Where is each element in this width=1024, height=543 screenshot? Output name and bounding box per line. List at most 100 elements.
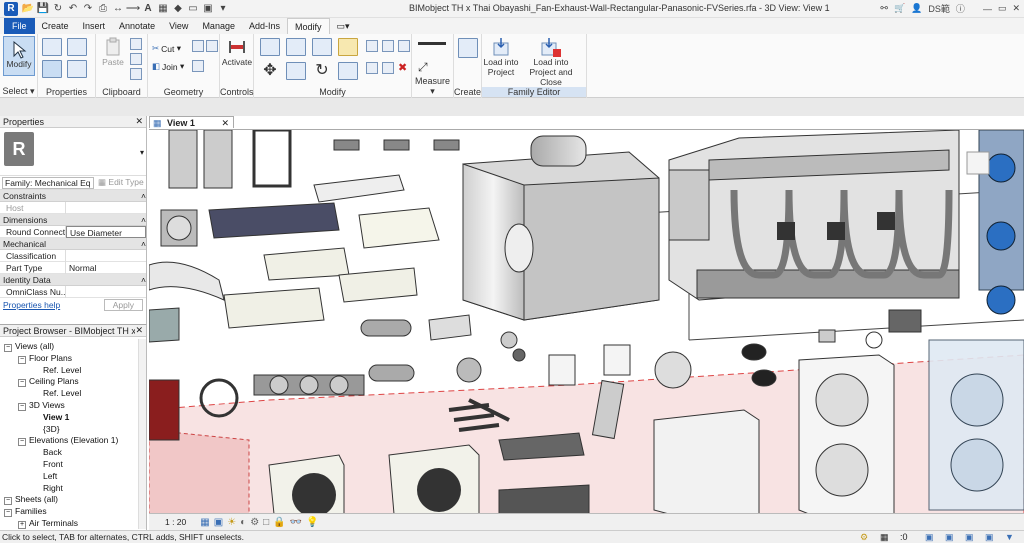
section-icon[interactable]: ◆ (172, 3, 184, 15)
copy-element-icon[interactable] (286, 62, 306, 80)
browser-item[interactable]: Front (32, 459, 63, 469)
scale-icon[interactable] (382, 62, 394, 74)
user-icon[interactable]: 👤 (911, 3, 922, 14)
tab-add-ins[interactable]: Add-Ins (242, 18, 287, 34)
unpin-icon[interactable] (398, 40, 410, 52)
3d-view-icon[interactable]: ▦ (157, 3, 169, 15)
wall-join-icon[interactable] (192, 60, 204, 72)
design-options-icon[interactable]: ▦ (880, 532, 889, 543)
tab-insert[interactable]: Insert (76, 18, 113, 34)
maximize-icon[interactable]: ▭ (998, 3, 1007, 14)
expand-toggle-icon[interactable]: − (18, 379, 26, 388)
apply-button[interactable]: Apply (103, 299, 143, 311)
close-browser-icon[interactable]: ✕ (135, 325, 143, 336)
browser-item[interactable]: − Ceiling Plans (18, 376, 79, 388)
split-icon[interactable] (366, 40, 378, 52)
mirror-draw-icon[interactable] (338, 38, 358, 56)
browser-item[interactable]: − Views (all) (4, 341, 54, 352)
properties-icon[interactable] (42, 60, 62, 78)
edit-type-button[interactable]: ▦ Edit Type (98, 177, 144, 188)
paint-icon[interactable] (206, 40, 218, 52)
tab-modify[interactable]: Modify (287, 18, 330, 34)
tab-file[interactable]: File (4, 18, 35, 34)
tab-create[interactable]: Create (35, 18, 76, 34)
select-underlay-icon[interactable]: ▣ (945, 532, 954, 543)
rotate-icon[interactable]: ↻ (312, 62, 332, 80)
join-button[interactable]: ◧ Join ▾ (152, 61, 184, 72)
dimension-icon[interactable]: ⟶ (126, 3, 140, 15)
browser-item[interactable]: Ref. Level (32, 388, 81, 398)
revit-logo[interactable]: R (4, 1, 18, 16)
browser-item[interactable]: − Families (4, 506, 47, 518)
family-dropdown[interactable]: Family: Mechanical Eq (2, 176, 94, 189)
select-links-icon[interactable]: ▣ (925, 532, 934, 543)
section-constraints[interactable]: Constraints ˄ (0, 190, 146, 202)
tab-annotate[interactable]: Annotate (112, 18, 162, 34)
trim-extend-icon[interactable] (338, 62, 358, 80)
filter-icon[interactable]: ▼ (1005, 532, 1014, 542)
help-icon[interactable]: ⓘ (956, 2, 965, 15)
lock-view-icon[interactable]: 🔒 (273, 517, 285, 528)
drawing-area[interactable] (149, 129, 1024, 513)
browser-item[interactable]: Back (32, 447, 62, 457)
view-tab[interactable]: ▦ View 1 ✕ (149, 116, 234, 128)
sun-path-icon[interactable]: ☀ (227, 517, 236, 528)
measure-distance-icon[interactable] (418, 42, 446, 45)
3d-model-canvas[interactable] (149, 130, 1024, 513)
save-icon[interactable]: 💾 (37, 3, 49, 15)
hide-isolate-icon[interactable]: 👓 (290, 517, 302, 528)
browser-item[interactable]: {3D} (32, 424, 60, 434)
select-by-face-icon[interactable]: ▣ (985, 532, 994, 543)
match-type-icon[interactable] (130, 68, 142, 80)
close-properties-icon[interactable]: ✕ (135, 116, 143, 127)
user-name[interactable]: DS範 (928, 2, 950, 15)
move-icon[interactable]: ✥ (260, 62, 280, 80)
section-identity-data[interactable]: Identity Data ˄ (0, 274, 146, 286)
load-into-project-button[interactable]: Load into Project (482, 37, 520, 77)
open-icon[interactable]: 📂 (22, 3, 34, 15)
modify-button[interactable]: Modify (3, 36, 35, 76)
copy-icon[interactable] (130, 53, 142, 65)
measure-icon[interactable]: ↔ (112, 3, 124, 15)
redo-icon[interactable]: ↷ (82, 3, 94, 15)
browser-item[interactable]: − Sheets (all) (4, 494, 58, 506)
close-view-icon[interactable]: ✕ (221, 117, 229, 129)
scale-value[interactable]: 1 : 20 (165, 517, 186, 527)
browser-item[interactable]: − Floor Plans (18, 353, 72, 364)
browser-scrollbar[interactable] (138, 339, 146, 529)
cart-icon[interactable]: 🛒 (894, 3, 905, 14)
select-pinned-icon[interactable]: ▣ (965, 532, 974, 543)
browser-item[interactable]: Right (32, 483, 63, 493)
expand-toggle-icon[interactable]: + (18, 521, 26, 529)
create-group-icon[interactable] (458, 38, 478, 58)
ribbon-options-icon[interactable]: ▭▾ (330, 18, 357, 34)
tab-manage[interactable]: Manage (195, 18, 242, 34)
delete-icon[interactable]: ✖ (398, 61, 407, 74)
visual-style-icon[interactable]: ▣ (214, 517, 223, 528)
section-mechanical[interactable]: Mechanical ˄ (0, 238, 146, 250)
measure-panel-label[interactable]: Measure ▾ (412, 76, 453, 97)
crop-view-icon[interactable]: □ (263, 517, 269, 528)
close-hidden-icon[interactable]: ▭ (187, 3, 199, 15)
minimize-icon[interactable]: — (983, 4, 992, 14)
browser-item[interactable]: + Air Terminals (18, 518, 78, 529)
mirror-axis-icon[interactable] (312, 38, 332, 56)
expand-toggle-icon[interactable]: − (18, 403, 26, 411)
reveal-hidden-icon[interactable]: 💡 (306, 517, 318, 528)
exhaust-fan-large[interactable] (462, 135, 660, 321)
browser-item[interactable]: −3D Views (18, 400, 65, 411)
customize-qat-icon[interactable]: ▾ (217, 3, 229, 15)
browser-item[interactable]: View 1 (32, 412, 69, 422)
load-and-close-button[interactable]: Load into Project and Close (518, 37, 584, 87)
select-panel-label[interactable]: Select ▾ (0, 86, 37, 97)
undo-icon[interactable]: ↶ (67, 3, 79, 15)
paste-button[interactable]: Paste (100, 37, 126, 67)
render-icon[interactable]: ⚙ (250, 517, 259, 528)
shadows-icon[interactable]: ◐ (240, 517, 246, 528)
browser-item[interactable]: − Elevations (Elevation 1) (18, 435, 118, 447)
expand-toggle-icon[interactable]: − (18, 355, 26, 364)
binoculars-icon[interactable]: ⚯ (880, 3, 888, 14)
family-types-icon[interactable] (67, 38, 87, 56)
chiller-unit[interactable] (668, 130, 960, 301)
type-properties-icon[interactable] (42, 38, 62, 56)
